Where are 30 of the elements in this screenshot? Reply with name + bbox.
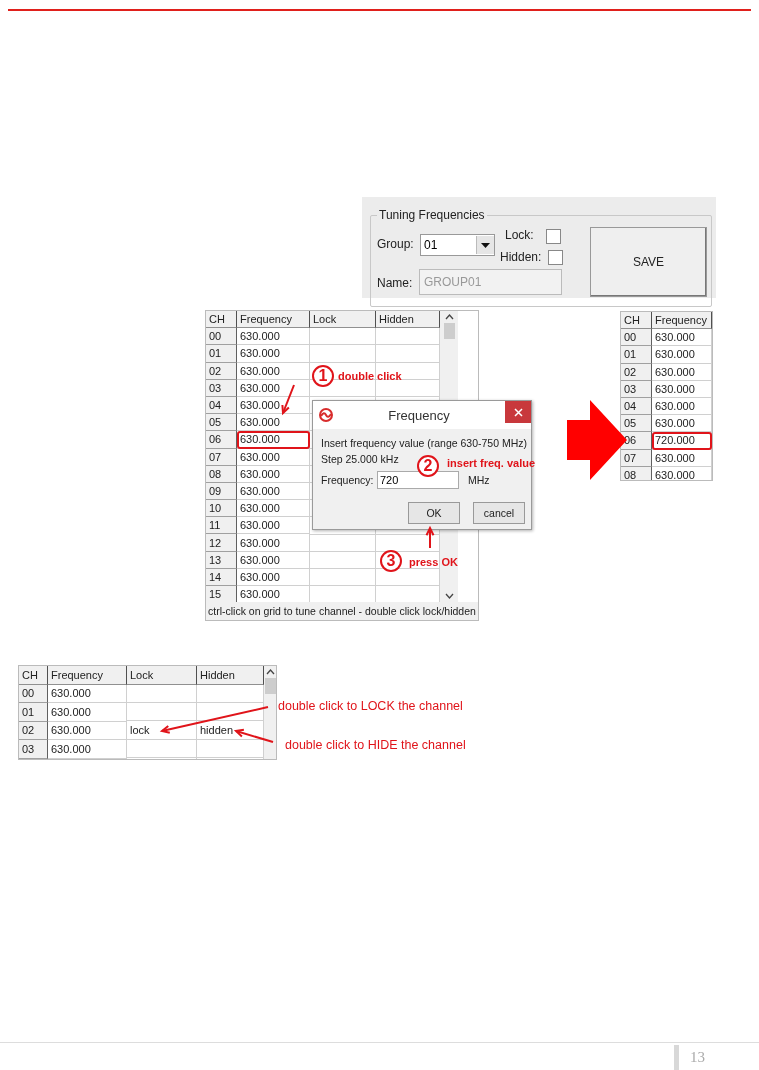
step-label: press OK: [409, 556, 458, 568]
unit-label: MHz: [468, 474, 490, 486]
frequency-label: Frequency:: [321, 474, 374, 486]
page-number: 13: [690, 1049, 705, 1066]
lock-label: Lock:: [505, 228, 534, 242]
step-label: double click: [338, 370, 402, 382]
channel-number: 01: [621, 346, 652, 364]
step-text: Step 25.000 kHz: [321, 453, 399, 465]
group-title: Tuning Frequencies: [377, 208, 487, 222]
annotation-note: double click to HIDE the channel: [285, 738, 466, 752]
status-bar: ctrl-click on grid to tune channel - double click lock/hidden: [206, 602, 478, 620]
name-label: Name:: [377, 276, 413, 290]
channel-number: 15: [206, 586, 237, 602]
dialog-title: Frequency: [387, 407, 451, 423]
channel-number: 11: [206, 517, 237, 535]
channel-number: 10: [206, 500, 237, 518]
channel-number: 00: [621, 329, 652, 347]
channel-number: 00: [206, 328, 237, 346]
channel-number: 05: [621, 415, 652, 433]
channel-number: 06: [206, 431, 237, 449]
annotation-note: double click to LOCK the channel: [278, 699, 463, 713]
channel-number: 01: [206, 345, 237, 363]
channel-number: 01: [19, 703, 48, 722]
channel-number: 05: [206, 414, 237, 432]
dialog-prompt: Insert frequency value (range 630-750 MHz): [321, 437, 528, 449]
hidden-label: Hidden:: [500, 250, 542, 264]
channel-number: 03: [19, 740, 48, 759]
channel-number: 12: [206, 534, 237, 552]
step-label: insert freq. value: [447, 457, 536, 469]
group-label: Group:: [377, 237, 414, 251]
